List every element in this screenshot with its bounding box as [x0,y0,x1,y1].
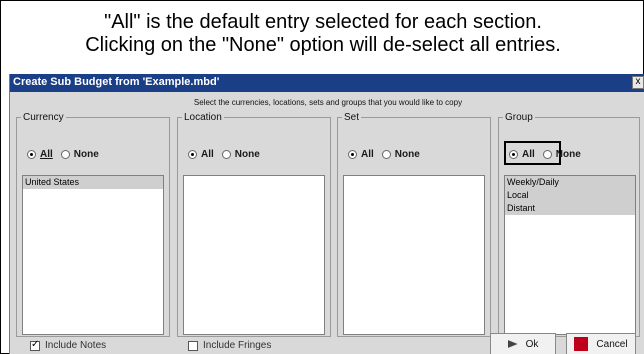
group-all-radio[interactable]: All [509,149,535,160]
list-item[interactable]: United States [23,176,163,189]
group-none-label: None [555,148,581,160]
set-none-radio[interactable]: None [381,148,420,160]
group-list[interactable]: Weekly/Daily Local Distant [504,175,636,335]
caption: "All" is the default entry selected for … [1,11,644,57]
group-none-radio[interactable]: None [542,148,581,160]
set-legend: Set [342,112,362,123]
currency-all-label: All [40,148,53,160]
location-all-radio[interactable]: All [188,149,214,160]
group-legend: Group [503,112,535,123]
create-sub-budget-dialog: Create Sub Budget from 'Example.mbd' x S… [9,74,644,354]
radio-unselected-icon [381,149,391,159]
radio-unselected-icon [60,149,70,159]
currency-all-radio[interactable]: All [27,149,53,160]
list-item[interactable]: Local [505,189,635,202]
set-none-label: None [394,148,420,160]
dialog-title: Create Sub Budget from 'Example.mbd' [13,76,220,88]
location-none-radio[interactable]: None [221,148,260,160]
group-all-label: All [522,148,535,160]
currency-list[interactable]: United States [22,175,164,335]
include-fringes-checkbox[interactable]: Include Fringes [188,340,271,351]
radio-selected-icon [188,149,197,159]
list-item[interactable]: Weekly/Daily [505,176,635,189]
cancel-button[interactable]: Cancel [566,333,636,354]
radio-unselected-icon [542,149,552,159]
group-group: Group All None Weekly/Daily Local Distan… [498,112,640,337]
instruction-text: Select the currencies, locations, sets a… [193,98,463,107]
ok-icon [507,340,518,348]
currency-none-label: None [73,148,99,160]
radio-selected-icon [509,149,518,159]
set-radio-group: All None [348,146,428,162]
set-all-label: All [361,148,374,160]
checkbox-unchecked-icon [188,340,198,351]
set-group: Set All None [337,112,491,337]
location-list[interactable] [183,175,325,335]
ok-button[interactable]: Ok [490,333,556,354]
location-group: Location All None [177,112,331,337]
currency-group: Currency All None United States [16,112,170,337]
group-radio-group: All None [509,146,589,162]
annotation-frame: "All" is the default entry selected for … [0,0,644,354]
include-fringes-label: Include Fringes [203,340,272,351]
caption-line-1: "All" is the default entry selected for … [104,11,542,33]
dialog-footer: Include Notes Include Fringes Ok Cancel [10,332,644,354]
location-all-label: All [201,148,214,160]
dialog-titlebar: Create Sub Budget from 'Example.mbd' x [10,74,644,92]
checkbox-checked-icon [30,339,40,351]
currency-radio-group: All None [27,146,107,162]
currency-none-radio[interactable]: None [60,148,99,160]
location-radio-group: All None [188,146,268,162]
include-notes-label: Include Notes [45,340,107,351]
include-notes-checkbox[interactable]: Include Notes [30,339,107,351]
cancel-label: Cancel [596,338,628,350]
close-icon[interactable]: x [632,76,644,89]
location-none-label: None [234,148,260,160]
currency-legend: Currency [21,112,66,123]
list-item[interactable]: Distant [505,202,635,215]
radio-selected-icon [348,149,357,159]
cancel-icon [574,337,589,351]
set-list[interactable] [343,175,485,335]
radio-unselected-icon [221,149,231,159]
radio-selected-icon [27,149,36,159]
location-legend: Location [182,112,224,123]
ok-label: Ok [525,338,539,350]
caption-line-2: Clicking on the "None" option will de-se… [85,34,561,56]
set-all-radio[interactable]: All [348,149,374,160]
